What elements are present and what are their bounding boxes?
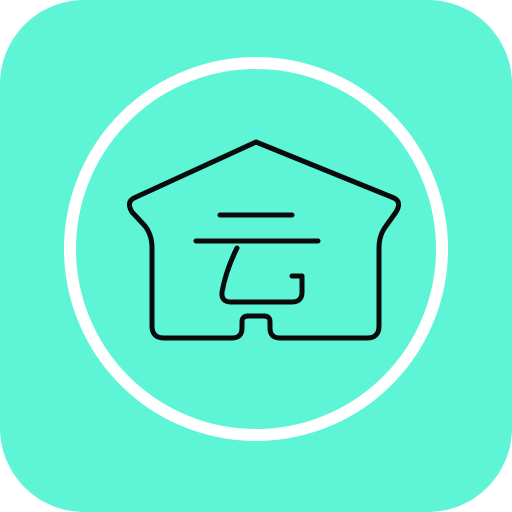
app-icon[interactable] <box>0 0 512 512</box>
house-cloud-logo-icon <box>126 139 402 341</box>
glyph-lower <box>219 245 305 305</box>
